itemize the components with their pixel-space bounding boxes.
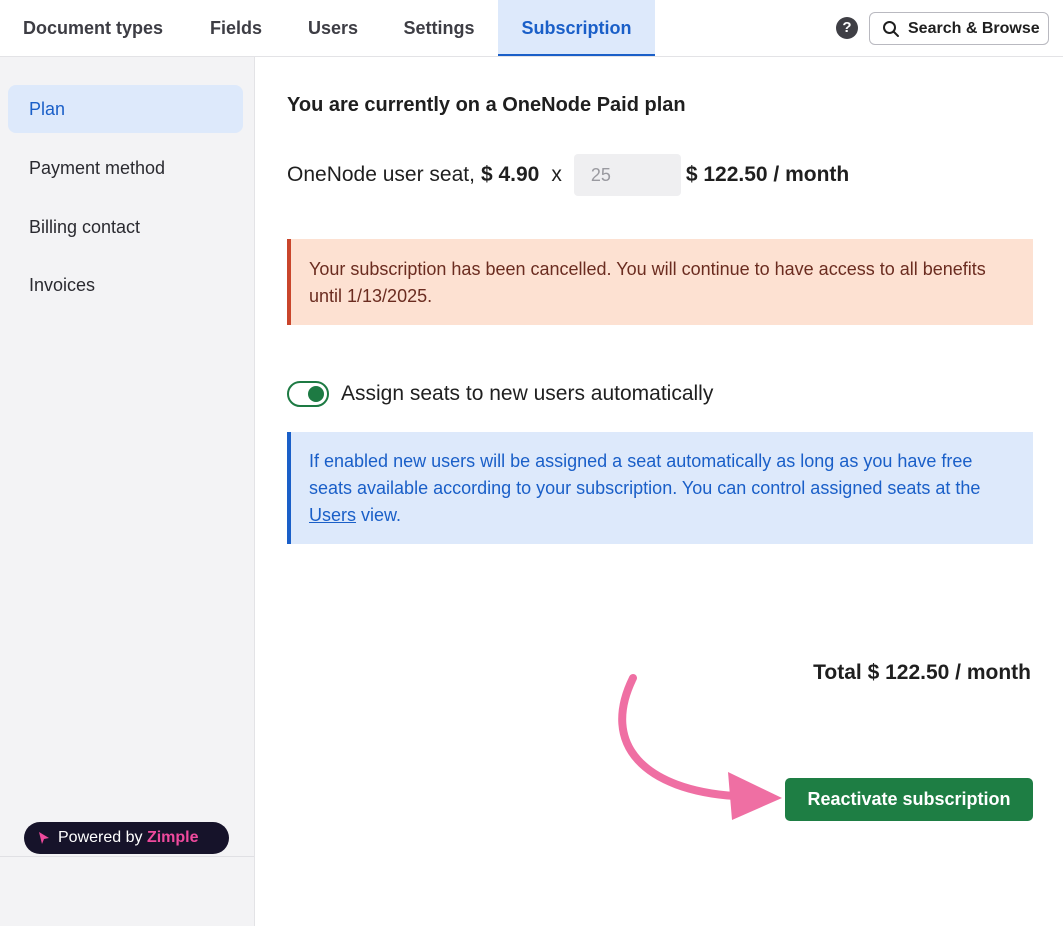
sidebar-item-plan[interactable]: Plan — [8, 85, 243, 133]
seat-monthly-total: $ 122.50 / month — [685, 163, 850, 186]
plan-title: You are currently on a OneNode Paid plan — [287, 94, 686, 116]
reactivate-subscription-button[interactable]: Reactivate subscription — [785, 778, 1033, 821]
users-link[interactable]: Users — [309, 505, 356, 525]
top-navigation: Document types Fields Users Settings Sub… — [0, 0, 1063, 57]
sidebar-footer — [0, 856, 254, 926]
auto-assign-row: Assign seats to new users automatically — [287, 381, 713, 407]
powered-by-text: Powered by Zimple — [58, 829, 199, 846]
seat-count-input[interactable] — [573, 154, 681, 196]
tab-fields[interactable]: Fields — [186, 0, 286, 56]
cursor-pointer-icon — [39, 832, 49, 844]
powered-by-badge[interactable]: Powered by Zimple — [24, 822, 229, 854]
toggle-knob — [308, 386, 324, 402]
auto-assign-info-notice: If enabled new users will be assigned a … — [287, 432, 1033, 544]
sidebar-item-invoices[interactable]: Invoices — [8, 261, 243, 309]
search-browse-button[interactable]: Search & Browse — [869, 12, 1049, 45]
auto-assign-label: Assign seats to new users automatically — [341, 382, 714, 405]
seat-label: OneNode user seat, — [287, 163, 475, 186]
tab-settings[interactable]: Settings — [380, 0, 498, 56]
sidebar-item-payment-method[interactable]: Payment method — [8, 144, 243, 192]
zimple-brand: Zimple — [146, 829, 199, 846]
sidebar-item-billing-contact[interactable]: Billing contact — [8, 203, 243, 251]
auto-assign-toggle[interactable] — [287, 381, 329, 407]
annotation-arrow-icon — [618, 674, 782, 820]
search-icon — [883, 20, 899, 37]
multiplier-sign: x — [551, 163, 562, 186]
info-text-after: view. — [356, 505, 402, 525]
cancellation-notice: Your subscription has been cancelled. Yo… — [287, 239, 1033, 325]
seat-price: $ 4.90 — [480, 163, 540, 186]
tab-subscription[interactable]: Subscription — [498, 0, 655, 56]
tab-users[interactable]: Users — [286, 0, 380, 56]
sidebar: Plan Payment method Billing contact Invo… — [0, 57, 255, 926]
search-browse-label: Search & Browse — [908, 19, 1040, 37]
seat-pricing-row: OneNode user seat, $ 4.90 x $ 122.50 / m… — [287, 154, 849, 196]
info-text-before: If enabled new users will be assigned a … — [309, 451, 981, 498]
help-icon[interactable]: ? — [836, 17, 858, 39]
grand-total: Total $ 122.50 / month — [813, 661, 1031, 684]
tab-document-types[interactable]: Document types — [0, 0, 186, 56]
